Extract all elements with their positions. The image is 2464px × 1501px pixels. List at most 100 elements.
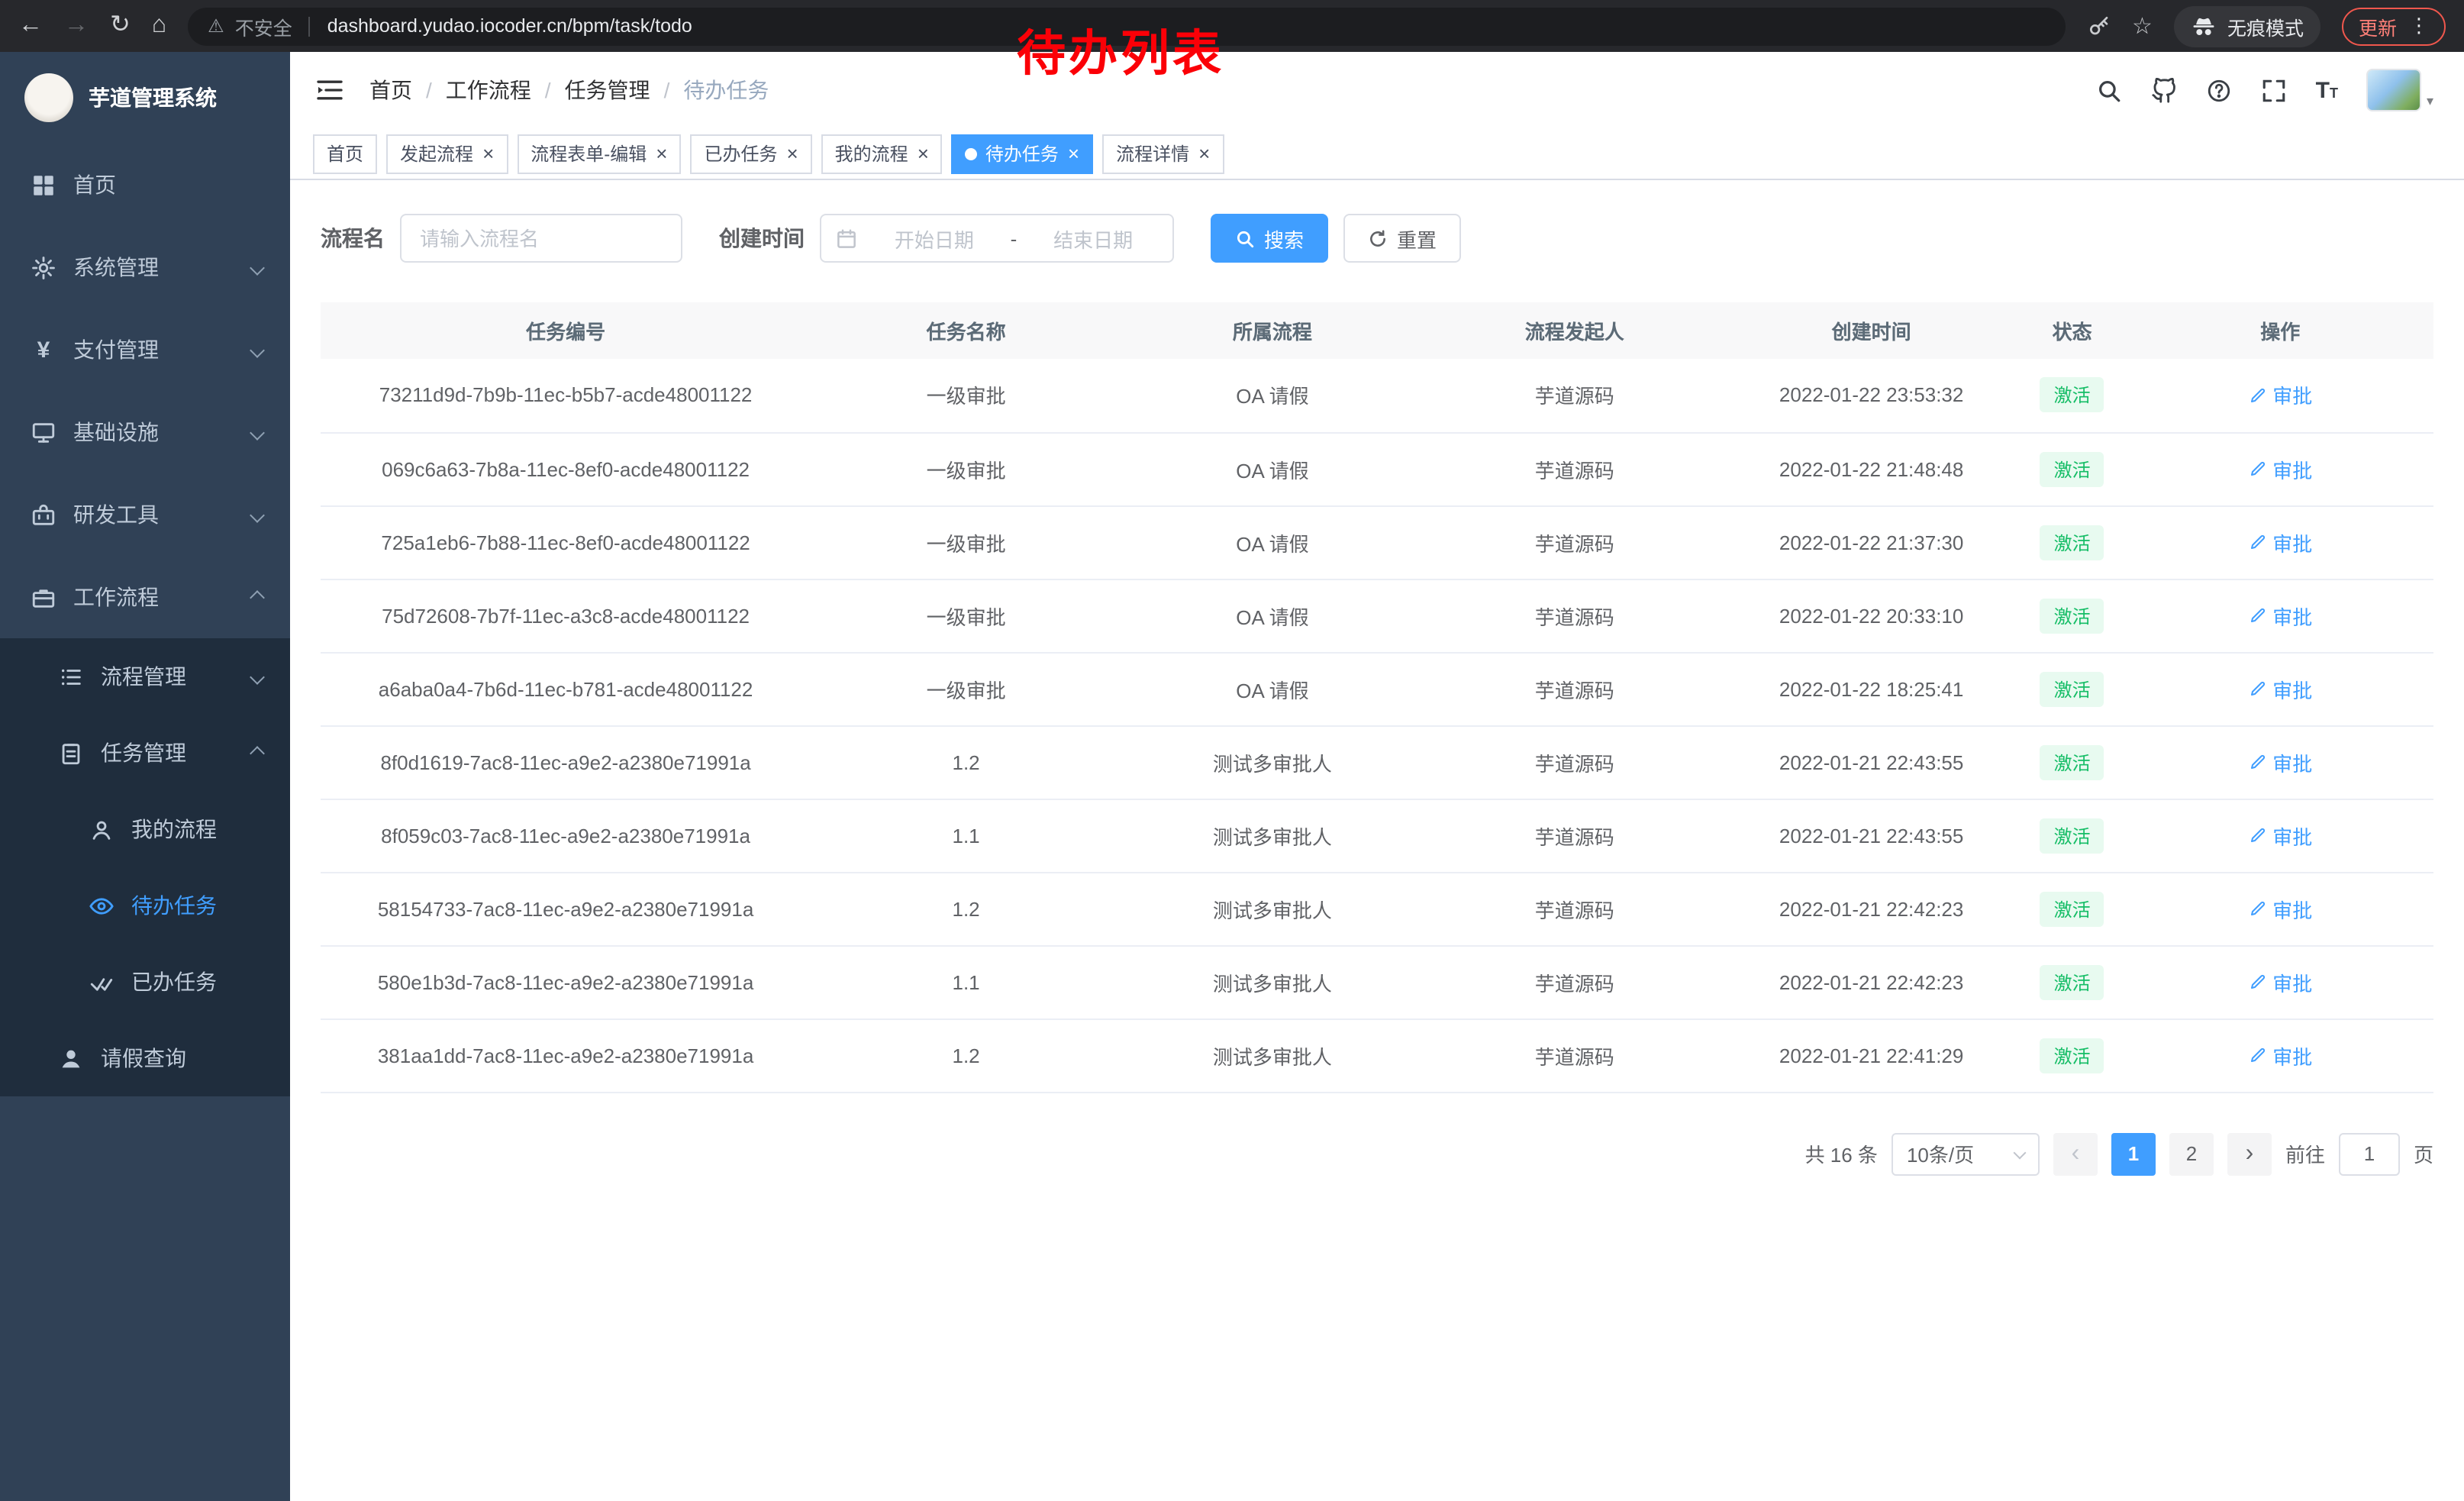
breadcrumb-item[interactable]: 工作流程 bbox=[446, 75, 531, 105]
task-id-cell: 8f059c03-7ac8-11ec-a9e2-a2380e71991a bbox=[321, 799, 811, 872]
next-page-button[interactable]: › bbox=[2227, 1132, 2272, 1175]
close-icon[interactable]: × bbox=[786, 144, 798, 163]
address-divider bbox=[309, 16, 311, 36]
sidebar-item-system[interactable]: 系统管理 bbox=[0, 226, 290, 308]
sidebar-item-leave-query[interactable]: 请假查询 bbox=[0, 1020, 290, 1096]
tab-my-process[interactable]: 我的流程× bbox=[821, 134, 943, 173]
close-icon[interactable]: × bbox=[1198, 144, 1210, 163]
task-id-cell: a6aba0a4-7b6d-11ec-b781-acde48001122 bbox=[321, 652, 811, 725]
created-cell: 2022-01-21 22:43:55 bbox=[1726, 799, 2017, 872]
header: 首页/工作流程/任务管理/待办任务 TT ▾ bbox=[290, 52, 2464, 128]
star-icon[interactable]: ☆ bbox=[2132, 15, 2153, 37]
status-badge: 激活 bbox=[2040, 744, 2104, 780]
goto-page-input[interactable] bbox=[2339, 1132, 2400, 1175]
collapse-sidebar-icon[interactable] bbox=[314, 75, 345, 105]
initiator-cell: 芋道源码 bbox=[1424, 799, 1726, 872]
task-id-cell: 069c6a63-7b8a-11ec-8ef0-acde48001122 bbox=[321, 432, 811, 505]
sidebar-item-process-mgmt[interactable]: 流程管理 bbox=[0, 638, 290, 715]
menu-dots-icon[interactable]: ⋮ bbox=[2409, 14, 2429, 38]
created-cell: 2022-01-21 22:42:23 bbox=[1726, 945, 2017, 1018]
page-button-1[interactable]: 1 bbox=[2111, 1132, 2156, 1175]
github-icon[interactable] bbox=[2151, 77, 2177, 103]
sidebar-item-todo-tasks[interactable]: 待办任务 bbox=[0, 867, 290, 944]
tab-done-tasks[interactable]: 已办任务× bbox=[690, 134, 811, 173]
prev-page-button[interactable]: ‹ bbox=[2053, 1132, 2098, 1175]
close-icon[interactable]: × bbox=[482, 144, 494, 163]
home-icon[interactable]: ⌂ bbox=[152, 14, 166, 38]
approve-link[interactable]: 审批 bbox=[2248, 821, 2312, 850]
chevron-down-icon bbox=[250, 424, 265, 440]
gear-icon bbox=[31, 254, 56, 280]
chevron-down-icon bbox=[250, 507, 265, 522]
column-header: 创建时间 bbox=[1726, 302, 2017, 359]
back-icon[interactable]: ← bbox=[18, 14, 43, 38]
table-row: 381aa1dd-7ac8-11ec-a9e2-a2380e71991a1.2测… bbox=[321, 1018, 2433, 1092]
task-id-cell: 73211d9d-7b9b-11ec-b5b7-acde48001122 bbox=[321, 359, 811, 432]
sidebar-item-task-mgmt[interactable]: 任务管理 bbox=[0, 715, 290, 791]
table-row: 75d72608-7b7f-11ec-a3c8-acde48001122一级审批… bbox=[321, 579, 2433, 652]
chevron-down-icon bbox=[2013, 1146, 2026, 1159]
approve-link[interactable]: 审批 bbox=[2248, 601, 2312, 630]
sidebar-item-devtools[interactable]: 研发工具 bbox=[0, 473, 290, 556]
process-cell: OA 请假 bbox=[1121, 652, 1424, 725]
approve-link[interactable]: 审批 bbox=[2248, 747, 2312, 776]
update-button[interactable]: 更新 ⋮ bbox=[2342, 7, 2446, 45]
tab-home[interactable]: 首页 bbox=[313, 134, 377, 173]
breadcrumb-item[interactable]: 首页 bbox=[369, 75, 412, 105]
table-header-row: 任务编号任务名称所属流程流程发起人创建时间状态操作 bbox=[321, 302, 2433, 359]
sidebar-item-infrastructure[interactable]: 基础设施 bbox=[0, 391, 290, 473]
close-icon[interactable]: × bbox=[656, 144, 667, 163]
tab-todo-tasks[interactable]: 待办任务× bbox=[952, 134, 1093, 173]
approve-link[interactable]: 审批 bbox=[2248, 894, 2312, 923]
approve-link-label: 审批 bbox=[2272, 894, 2312, 923]
sidebar-item-home[interactable]: 首页 bbox=[0, 144, 290, 226]
reset-button[interactable]: 重置 bbox=[1343, 214, 1461, 263]
sidebar-item-workflow[interactable]: 工作流程 bbox=[0, 556, 290, 638]
date-range-picker[interactable]: 开始日期 - 结束日期 bbox=[820, 214, 1174, 263]
approve-link[interactable]: 审批 bbox=[2248, 454, 2312, 483]
tab-start-process[interactable]: 发起流程× bbox=[386, 134, 508, 173]
header-actions: TT ▾ bbox=[2096, 69, 2433, 111]
forward-icon[interactable]: → bbox=[64, 14, 89, 38]
main-area: 首页/工作流程/任务管理/待办任务 TT ▾ bbox=[290, 52, 2464, 1501]
close-icon[interactable]: × bbox=[1068, 144, 1079, 163]
approve-link[interactable]: 审批 bbox=[2248, 528, 2312, 557]
sidebar-item-payment[interactable]: ¥支付管理 bbox=[0, 308, 290, 391]
approve-link-label: 审批 bbox=[2272, 381, 2312, 410]
user-menu[interactable]: ▾ bbox=[2367, 69, 2433, 111]
status-badge: 激活 bbox=[2040, 891, 2104, 926]
tab-process-detail[interactable]: 流程详情 × bbox=[1102, 134, 1224, 173]
approve-link[interactable]: 审批 bbox=[2248, 1041, 2312, 1070]
search-icon[interactable] bbox=[2096, 77, 2122, 103]
created-cell: 2022-01-22 21:48:48 bbox=[1726, 432, 2017, 505]
close-icon[interactable]: × bbox=[918, 144, 929, 163]
sidebar-item-label: 基础设施 bbox=[73, 417, 159, 447]
search-button[interactable]: 搜索 bbox=[1211, 214, 1328, 263]
refresh-icon[interactable]: ↻ bbox=[110, 14, 131, 38]
approve-link[interactable]: 审批 bbox=[2248, 674, 2312, 703]
help-icon[interactable] bbox=[2206, 77, 2232, 103]
tab-label: 流程详情 bbox=[1116, 140, 1189, 166]
process-name-input[interactable] bbox=[400, 214, 682, 263]
approve-link[interactable]: 审批 bbox=[2248, 967, 2312, 996]
initiator-cell: 芋道源码 bbox=[1424, 359, 1726, 432]
search-button-label: 搜索 bbox=[1264, 224, 1304, 253]
action-cell: 审批 bbox=[2127, 1018, 2433, 1092]
key-icon[interactable] bbox=[2086, 14, 2111, 38]
fullscreen-icon[interactable] bbox=[2261, 77, 2287, 103]
avatar[interactable] bbox=[2367, 69, 2422, 111]
app-logo: 芋道管理系统 bbox=[0, 52, 290, 144]
process-cell: 测试多审批人 bbox=[1121, 945, 1424, 1018]
font-size-icon[interactable]: TT bbox=[2316, 79, 2338, 102]
task-name-cell: 1.2 bbox=[811, 1018, 1121, 1092]
tab-form-edit[interactable]: 流程表单-编辑× bbox=[517, 134, 681, 173]
status-badge: 激活 bbox=[2040, 525, 2104, 560]
sidebar-item-my-process[interactable]: 我的流程 bbox=[0, 791, 290, 867]
breadcrumb-item[interactable]: 任务管理 bbox=[565, 75, 650, 105]
approve-link[interactable]: 审批 bbox=[2248, 381, 2312, 410]
dashboard-icon bbox=[31, 172, 56, 198]
eye-icon bbox=[89, 893, 114, 918]
page-button-2[interactable]: 2 bbox=[2169, 1132, 2214, 1175]
page-size-select[interactable]: 10条/页 bbox=[1892, 1132, 2040, 1175]
sidebar-item-done-tasks[interactable]: 已办任务 bbox=[0, 944, 290, 1020]
